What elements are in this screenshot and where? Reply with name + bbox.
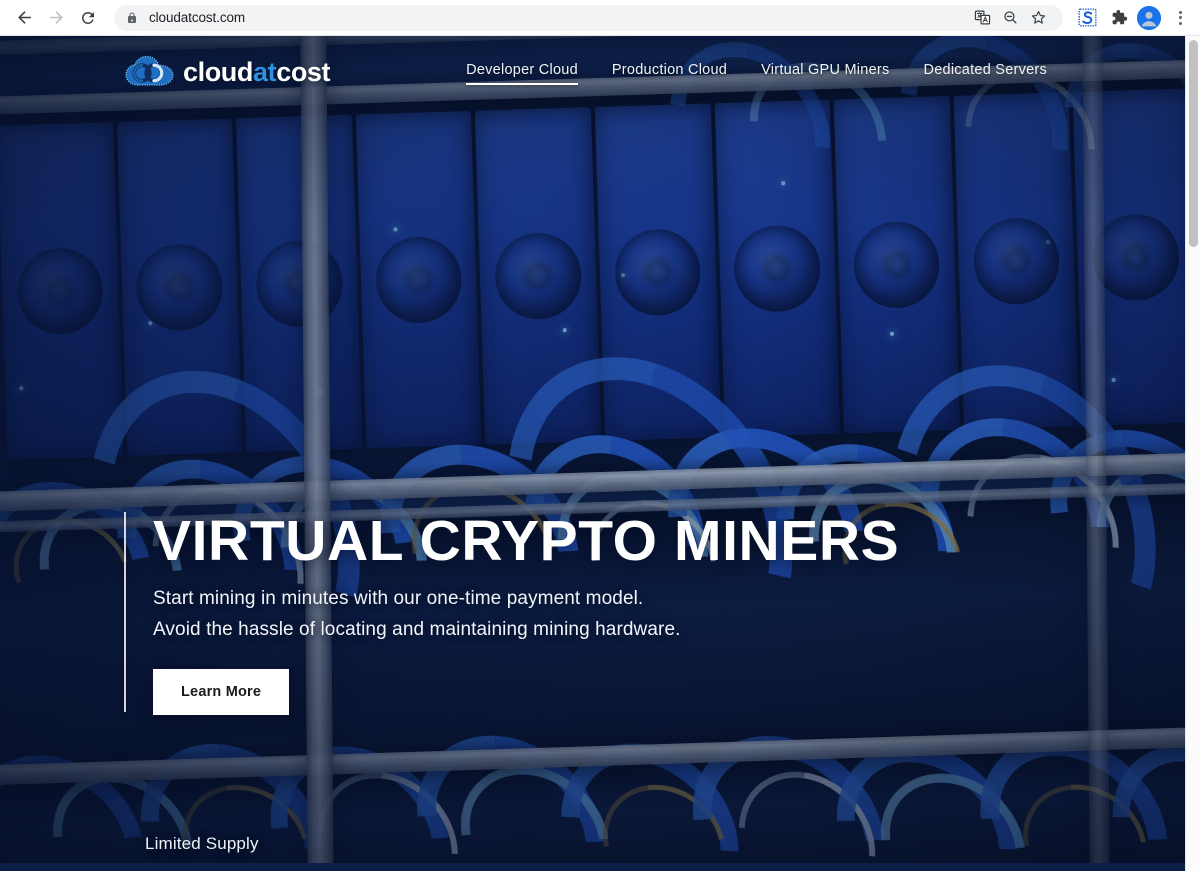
hero-copy-block: VIRTUAL CRYPTO MINERS Start mining in mi… bbox=[124, 509, 900, 715]
nav-item-developer-cloud[interactable]: Developer Cloud bbox=[449, 58, 595, 87]
address-bar[interactable]: cloudatcost.com bbox=[114, 4, 1063, 31]
reload-button[interactable] bbox=[72, 2, 104, 34]
site-header: cloudatcost Developer Cloud Production C… bbox=[0, 36, 1200, 108]
puzzle-extensions-icon[interactable] bbox=[1104, 4, 1132, 32]
learn-more-button[interactable]: Learn More bbox=[153, 668, 290, 715]
back-arrow-icon bbox=[17, 11, 31, 24]
cloud-logo-icon bbox=[125, 55, 174, 86]
url-text: cloudatcost.com bbox=[149, 10, 246, 25]
limited-supply-label: Limited Supply bbox=[145, 834, 259, 853]
logo-word-cloud: cloud bbox=[183, 56, 253, 87]
back-button[interactable] bbox=[8, 2, 40, 34]
zoom-out-icon[interactable] bbox=[997, 5, 1023, 31]
page-viewport: cloudatcost Developer Cloud Production C… bbox=[0, 36, 1200, 871]
avatar bbox=[1137, 5, 1161, 30]
s-extension-icon[interactable] bbox=[1073, 4, 1101, 32]
hero-subtitle-line-2: Avoid the hassle of locating and maintai… bbox=[153, 618, 681, 640]
browser-nav-buttons bbox=[0, 2, 104, 34]
logo-word-cost: cost bbox=[276, 56, 331, 87]
bookmark-star-icon[interactable] bbox=[1025, 5, 1051, 31]
profile-avatar-icon[interactable] bbox=[1135, 4, 1163, 32]
hero-subtitle-line-1: Start mining in minutes with our one-tim… bbox=[153, 587, 644, 609]
next-section-sliver bbox=[0, 863, 1200, 871]
page-scrollbar[interactable] bbox=[1185, 36, 1200, 871]
kebab-dots bbox=[1178, 10, 1182, 25]
nav-label: Dedicated Servers bbox=[923, 61, 1047, 78]
nav-item-production-cloud[interactable]: Production Cloud bbox=[595, 58, 744, 87]
browser-chrome: cloudatcost.com bbox=[0, 0, 1200, 36]
scrollbar-thumb[interactable] bbox=[1189, 40, 1198, 247]
hero-subtitle: Start mining in minutes with our one-tim… bbox=[153, 586, 899, 644]
nav-item-virtual-gpu-miners[interactable]: Virtual GPU Miners bbox=[744, 58, 906, 87]
omnibox-actions bbox=[969, 5, 1051, 31]
main-navigation: Developer Cloud Production Cloud Virtual… bbox=[449, 58, 1064, 87]
nav-label: Virtual GPU Miners bbox=[761, 61, 890, 78]
site-logo-text: cloudatcost bbox=[183, 56, 331, 87]
logo-word-at: at bbox=[253, 56, 277, 87]
reload-icon bbox=[81, 11, 94, 24]
translate-icon[interactable] bbox=[969, 5, 995, 31]
kebab-menu-icon[interactable] bbox=[1166, 4, 1194, 32]
hero-title: VIRTUAL CRYPTO MINERS bbox=[153, 509, 900, 573]
hero-accent-line bbox=[124, 512, 126, 712]
site-logo[interactable]: cloudatcost bbox=[124, 55, 331, 89]
nav-label: Developer Cloud bbox=[466, 61, 578, 78]
nav-item-dedicated-servers[interactable]: Dedicated Servers bbox=[906, 58, 1064, 87]
hero-background-image bbox=[0, 36, 1200, 871]
lock-icon bbox=[126, 11, 138, 25]
forward-arrow-icon bbox=[49, 11, 63, 24]
browser-extensions-area bbox=[1073, 4, 1200, 32]
nav-label: Production Cloud bbox=[611, 61, 728, 78]
hero-section: cloudatcost Developer Cloud Production C… bbox=[0, 36, 1200, 871]
forward-button[interactable] bbox=[40, 2, 72, 34]
